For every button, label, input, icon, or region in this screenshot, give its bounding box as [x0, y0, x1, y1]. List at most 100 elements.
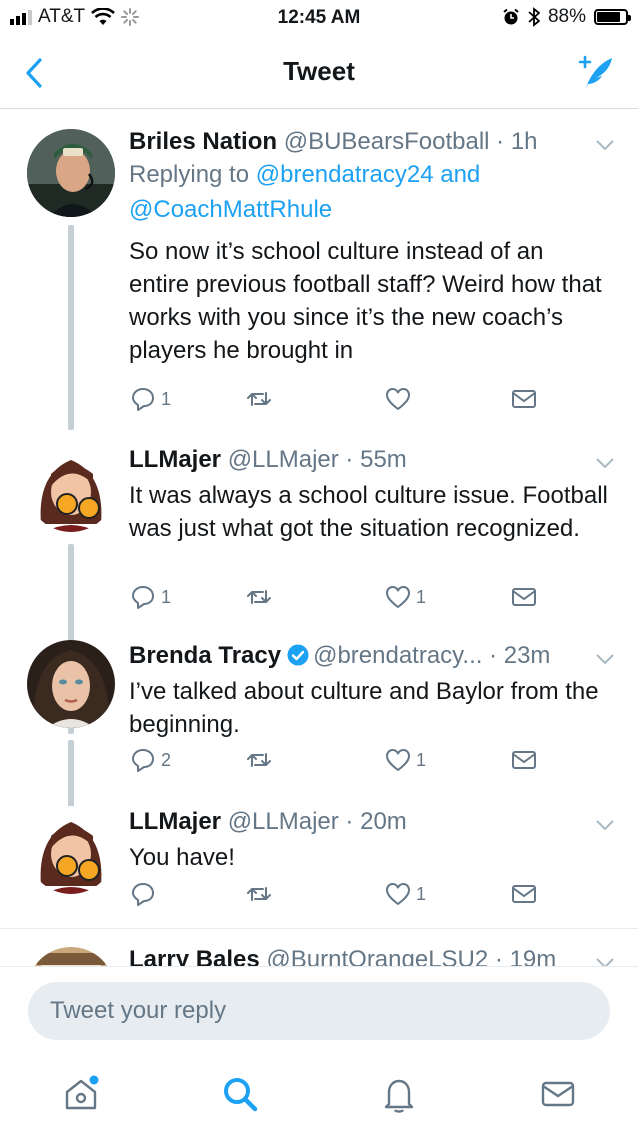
- handle[interactable]: @brendatracy...: [313, 642, 482, 669]
- tweet-header: Larry Bales @BurntOrangeLSU2 · 19m: [129, 945, 608, 966]
- reply-composer: [0, 966, 638, 1040]
- reply-icon: [132, 586, 154, 609]
- reply-button[interactable]: 2: [129, 746, 171, 774]
- heart-icon: [386, 749, 410, 771]
- tweet-header: Briles Nation @BUBearsFootball · 1h: [129, 127, 608, 157]
- display-name[interactable]: Brenda Tracy: [129, 642, 281, 669]
- like-button[interactable]: 1: [384, 583, 426, 611]
- retweet-button[interactable]: [245, 746, 277, 774]
- heart-icon: [386, 388, 410, 410]
- direct-message-button[interactable]: [510, 746, 538, 774]
- tweet-header: LLMajer @LLMajer · 55m: [129, 445, 608, 475]
- envelope-icon: [512, 588, 536, 606]
- handle[interactable]: @LLMajer: [228, 808, 339, 835]
- timestamp: 23m: [503, 642, 551, 669]
- avatar-image-icon: [27, 947, 115, 966]
- handle[interactable]: @LLMajer: [228, 446, 339, 473]
- chevron-down-icon[interactable]: [596, 819, 614, 831]
- like-count: 1: [416, 883, 427, 904]
- timestamp: 55m: [360, 446, 407, 473]
- messages-icon[interactable]: [538, 1074, 578, 1114]
- tweet-actions: 2 1: [129, 746, 549, 776]
- tweet-header: LLMajer @LLMajer · 20m: [129, 807, 608, 837]
- chevron-down-icon[interactable]: [596, 457, 614, 469]
- direct-message-button[interactable]: [510, 880, 538, 908]
- divider: [0, 928, 638, 929]
- direct-message-button[interactable]: [510, 583, 538, 611]
- tweet-header: Brenda Tracy @brendatracy... · 23m: [129, 641, 608, 671]
- display-name[interactable]: LLMajer: [129, 446, 221, 473]
- tweet-text: I’ve talked about culture and Baylor fro…: [129, 678, 599, 738]
- like-button[interactable]: 1: [384, 880, 426, 908]
- tab-bar: [0, 1050, 638, 1136]
- reply-button[interactable]: [129, 880, 161, 908]
- dot-separator: ·: [338, 808, 361, 835]
- verified-badge-icon: [287, 644, 309, 666]
- timestamp: 19m: [509, 946, 557, 966]
- retweet-button[interactable]: [245, 880, 277, 908]
- status-bar: AT&T 12:45 AM 88%: [0, 0, 638, 36]
- timestamp: 20m: [360, 808, 407, 835]
- heart-icon: [386, 883, 410, 905]
- avatar-image-icon: [27, 806, 115, 894]
- page-title: Tweet: [283, 56, 355, 86]
- replying-to: Replying to @brendatracy24 and @CoachMat…: [129, 157, 608, 227]
- reply-count: 2: [161, 749, 172, 770]
- chevron-down-icon[interactable]: [596, 957, 614, 966]
- chevron-down-icon[interactable]: [596, 139, 614, 151]
- home-icon[interactable]: [61, 1074, 101, 1114]
- avatar-image-icon: [27, 640, 115, 728]
- retweet-icon: [247, 753, 271, 767]
- mention-link[interactable]: @CoachMattRhule: [129, 196, 332, 223]
- reply-button[interactable]: 1: [129, 583, 171, 611]
- display-name[interactable]: Briles Nation: [129, 128, 277, 155]
- notifications-icon[interactable]: [379, 1074, 419, 1114]
- battery-percent: 88%: [547, 6, 586, 27]
- heart-icon: [386, 586, 410, 608]
- retweet-button[interactable]: [245, 583, 277, 611]
- tweet-text: It was always a school culture issue. Fo…: [129, 482, 608, 542]
- dot-separator: ·: [338, 446, 361, 473]
- mention-link[interactable]: @brendatracy24: [256, 161, 434, 188]
- reply-icon: [132, 883, 154, 906]
- timestamp: 1h: [510, 128, 538, 155]
- dot-separator: ·: [489, 128, 511, 155]
- like-button[interactable]: [384, 385, 416, 413]
- like-button[interactable]: 1: [384, 746, 426, 774]
- avatar-image-icon: [27, 129, 115, 217]
- envelope-icon: [512, 390, 536, 408]
- compose-tweet-icon[interactable]: [576, 52, 616, 92]
- retweet-icon: [247, 887, 271, 901]
- tweet-actions: 1: [129, 880, 549, 910]
- reply-icon: [132, 388, 154, 411]
- display-name[interactable]: Larry Bales: [129, 946, 260, 966]
- reply-icon: [132, 749, 154, 772]
- chevron-down-icon[interactable]: [596, 653, 614, 665]
- avatar[interactable]: [27, 444, 115, 532]
- avatar[interactable]: [27, 129, 115, 217]
- reply-input[interactable]: [28, 982, 610, 1040]
- bluetooth-icon: [528, 7, 540, 27]
- avatar-image-icon: [27, 444, 115, 532]
- status-right: 88%: [502, 6, 631, 28]
- tweet-actions: 1: [129, 385, 549, 415]
- tweet-text: You have!: [129, 844, 235, 871]
- avatar[interactable]: [27, 947, 115, 966]
- replying-and[interactable]: and: [440, 161, 480, 188]
- handle[interactable]: @BUBearsFootball: [284, 128, 490, 155]
- display-name[interactable]: LLMajer: [129, 808, 221, 835]
- like-count: 1: [416, 749, 427, 770]
- search-icon[interactable]: [220, 1074, 260, 1114]
- avatar[interactable]: [27, 640, 115, 728]
- tweet-thread: Briles Nation @BUBearsFootball · 1h Repl…: [0, 109, 638, 966]
- retweet-icon: [247, 590, 271, 604]
- reply-count: 1: [161, 388, 172, 409]
- alarm-icon: [503, 8, 519, 25]
- handle[interactable]: @BurntOrangeLSU2: [266, 946, 488, 966]
- thread-line: [68, 225, 74, 430]
- battery-fill: [597, 12, 620, 22]
- direct-message-button[interactable]: [510, 385, 538, 413]
- reply-button[interactable]: 1: [129, 385, 171, 413]
- avatar[interactable]: [27, 806, 115, 894]
- retweet-button[interactable]: [245, 385, 277, 413]
